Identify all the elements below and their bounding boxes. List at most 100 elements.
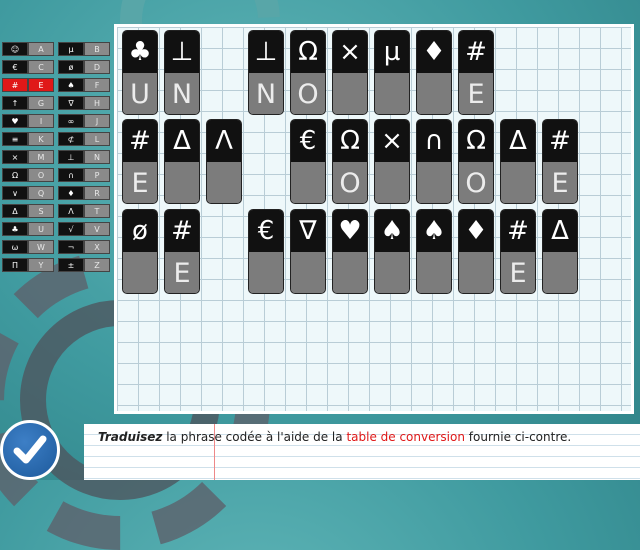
conversion-letter: V	[84, 222, 110, 236]
conversion-letter: T	[84, 204, 110, 218]
cipher-tile[interactable]: ΩO	[290, 30, 326, 115]
conversion-table-link[interactable]: table de conversion	[346, 430, 465, 444]
validate-button[interactable]	[0, 420, 60, 480]
answer-slot[interactable]	[543, 252, 577, 293]
cipher-tile[interactable]: # E	[542, 119, 578, 204]
cipher-tile[interactable]: ΩO	[332, 119, 368, 204]
cipher-tile[interactable]: ♦	[458, 209, 494, 294]
answer-slot[interactable]: E	[165, 252, 199, 293]
conversion-cell-l: ⊄ L	[58, 132, 110, 146]
conversion-cell-s: ΔS	[2, 204, 54, 218]
cipher-tile[interactable]: Δ	[542, 209, 578, 294]
conversion-letter: O	[28, 168, 54, 182]
cipher-tile[interactable]: ♦	[416, 30, 452, 115]
cipher-tile[interactable]: ×	[374, 119, 410, 204]
answer-slot[interactable]: E	[543, 162, 577, 203]
cipher-tile[interactable]: ♥	[332, 209, 368, 294]
conversion-row: ☺ Aµ B	[2, 42, 112, 57]
cipher-symbol: ⊥	[165, 31, 199, 73]
cipher-tile[interactable]: ∩	[416, 119, 452, 204]
conversion-letter: A	[28, 42, 54, 56]
cipher-symbol: ♦	[459, 210, 493, 252]
cipher-tile[interactable]: ΩO	[458, 119, 494, 204]
conversion-letter: H	[84, 96, 110, 110]
cipher-tile[interactable]: ⊥ N	[164, 30, 200, 115]
answer-slot[interactable]	[165, 162, 199, 203]
conversion-row: ≡ K ⊄ L	[2, 132, 112, 147]
conversion-row: ↑ G ∇ H	[2, 96, 112, 111]
answer-slot[interactable]: O	[459, 162, 493, 203]
answer-slot[interactable]	[375, 73, 409, 114]
answer-slot[interactable]	[207, 162, 241, 203]
cipher-tile[interactable]: ♠	[374, 209, 410, 294]
answer-slot[interactable]	[417, 73, 451, 114]
cipher-tile[interactable]: ⊥ N	[248, 30, 284, 115]
cipher-tile[interactable]: # E	[458, 30, 494, 115]
answer-slot[interactable]	[375, 252, 409, 293]
instruction-panel: Traduisez la phrase codée à l'aide de la…	[84, 424, 640, 480]
conversion-letter: J	[84, 114, 110, 128]
answer-slot[interactable]: O	[333, 162, 367, 203]
cipher-symbol: Ω	[333, 120, 367, 162]
conversion-letter: E	[28, 78, 54, 92]
answer-slot[interactable]	[459, 252, 493, 293]
answer-slot[interactable]: N	[249, 73, 283, 114]
cipher-symbol: ♣	[123, 31, 157, 73]
cipher-tile[interactable]: Δ	[500, 119, 536, 204]
cipher-symbol: ♠	[417, 210, 451, 252]
conversion-symbol: Λ	[58, 204, 84, 218]
cipher-tile[interactable]: ♣ U	[122, 30, 158, 115]
instruction-middle: la phrase codée à l'aide de la	[162, 430, 347, 444]
answer-slot[interactable]: O	[291, 73, 325, 114]
cipher-tile[interactable]: # E	[500, 209, 536, 294]
answer-slot[interactable]: N	[165, 73, 199, 114]
conversion-cell-h: ∇ H	[58, 96, 110, 110]
conversion-cell-q: ∨ Q	[2, 186, 54, 200]
answer-slot[interactable]: E	[459, 73, 493, 114]
answer-slot[interactable]	[291, 252, 325, 293]
answer-slot[interactable]	[123, 252, 157, 293]
conversion-symbol: €	[2, 60, 28, 74]
cipher-tile[interactable]: ×	[332, 30, 368, 115]
conversion-symbol: ¬	[58, 240, 84, 254]
cipher-tile[interactable]: µ	[374, 30, 410, 115]
answer-slot[interactable]: E	[123, 162, 157, 203]
conversion-letter: W	[28, 240, 54, 254]
answer-slot[interactable]	[291, 162, 325, 203]
conversion-row: × M ⊥ N	[2, 150, 112, 165]
answer-slot[interactable]	[417, 162, 451, 203]
conversion-letter: B	[84, 42, 110, 56]
answer-slot[interactable]: E	[501, 252, 535, 293]
conversion-letter: C	[28, 60, 54, 74]
conversion-cell-m: × M	[2, 150, 54, 164]
cipher-tile[interactable]: # E	[122, 119, 158, 204]
cipher-symbol: ∇	[291, 210, 325, 252]
conversion-cell-i: ♥ I	[2, 114, 54, 128]
cipher-tile[interactable]: # E	[164, 209, 200, 294]
answer-slot[interactable]	[417, 252, 451, 293]
answer-slot[interactable]: U	[123, 73, 157, 114]
cipher-tile[interactable]: ∇	[290, 209, 326, 294]
cipher-symbol: ×	[333, 31, 367, 73]
cipher-tile[interactable]: ø	[122, 209, 158, 294]
cipher-symbol: Ω	[291, 31, 325, 73]
cipher-symbol: ♥	[333, 210, 367, 252]
checkmark-icon	[13, 435, 47, 464]
answer-slot[interactable]	[333, 252, 367, 293]
answer-slot[interactable]	[501, 162, 535, 203]
cipher-symbol: #	[123, 120, 157, 162]
cipher-tile[interactable]: €	[248, 209, 284, 294]
cipher-tile[interactable]: ♠	[416, 209, 452, 294]
cipher-tile[interactable]: Δ	[164, 119, 200, 204]
answer-slot[interactable]	[249, 252, 283, 293]
conversion-cell-d: øD	[58, 60, 110, 74]
conversion-cell-j: ∞ J	[58, 114, 110, 128]
conversion-cell-p: ∩ P	[58, 168, 110, 182]
answer-slot[interactable]	[333, 73, 367, 114]
cipher-tile[interactable]: Λ	[206, 119, 242, 204]
instruction-end: fournie ci-contre.	[464, 430, 572, 444]
conversion-symbol: ⊥	[58, 150, 84, 164]
cipher-tile[interactable]: €	[290, 119, 326, 204]
instruction-verb: Traduisez	[98, 430, 163, 444]
answer-slot[interactable]	[375, 162, 409, 203]
